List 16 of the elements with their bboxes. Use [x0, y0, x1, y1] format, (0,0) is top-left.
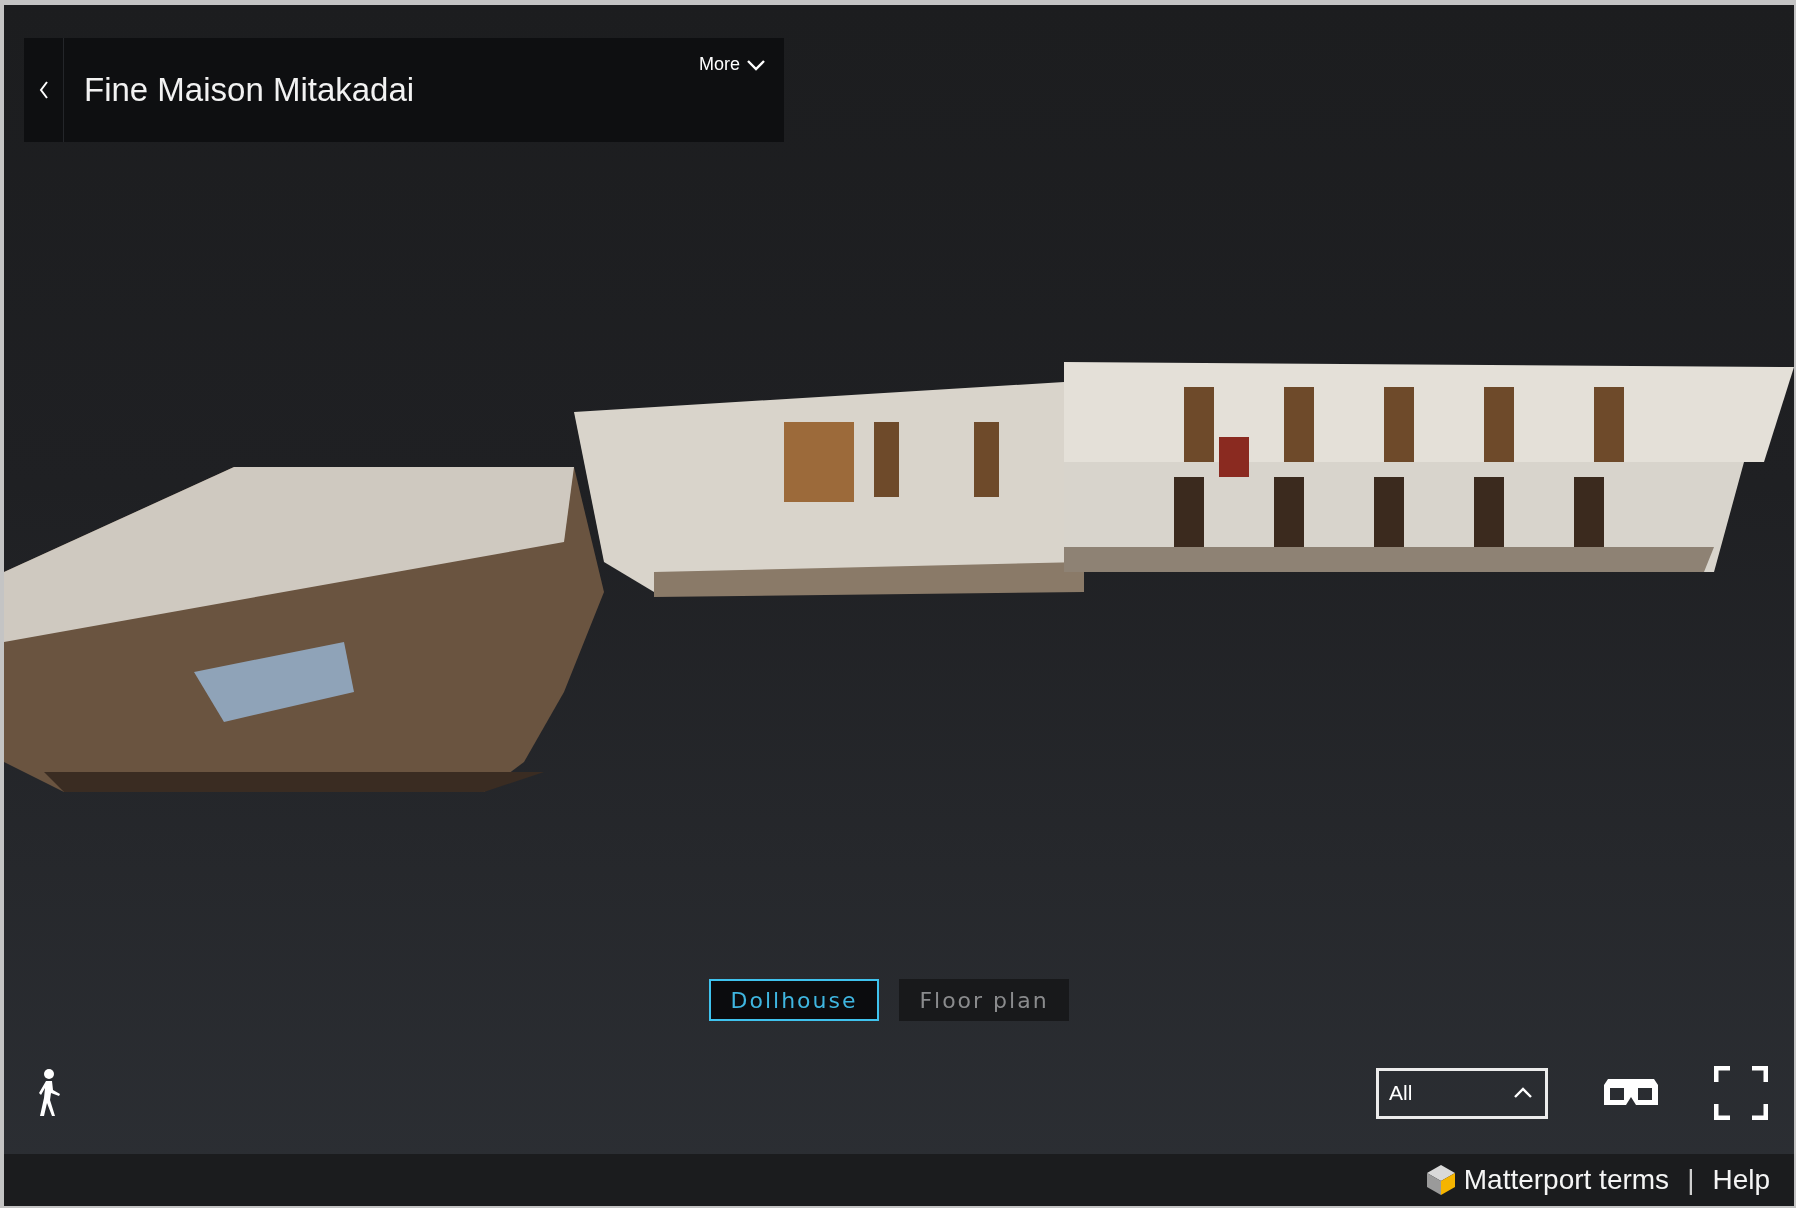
fullscreen-icon [1714, 1066, 1768, 1120]
terms-link[interactable]: Matterport terms [1425, 1164, 1670, 1196]
separator: | [1687, 1164, 1695, 1196]
vr-goggles-icon [1604, 1079, 1658, 1107]
cube-logo-icon [1425, 1164, 1456, 1196]
floor-select[interactable]: All [1376, 1067, 1548, 1119]
chevron-left-icon [38, 80, 49, 100]
chevron-down-icon [746, 58, 766, 71]
view-mode-tab[interactable]: Dollhouse [709, 979, 879, 1021]
fullscreen-button[interactable] [1714, 1066, 1768, 1120]
chevron-up-icon [1513, 1087, 1533, 1099]
vr-button[interactable] [1604, 1079, 1658, 1107]
view-mode-tab[interactable]: Floor plan [899, 979, 1069, 1021]
tour-title: Fine Maison Mitakadai [84, 71, 415, 109]
more-menu-button[interactable]: More [699, 54, 766, 75]
help-link[interactable]: Help [1712, 1164, 1770, 1196]
